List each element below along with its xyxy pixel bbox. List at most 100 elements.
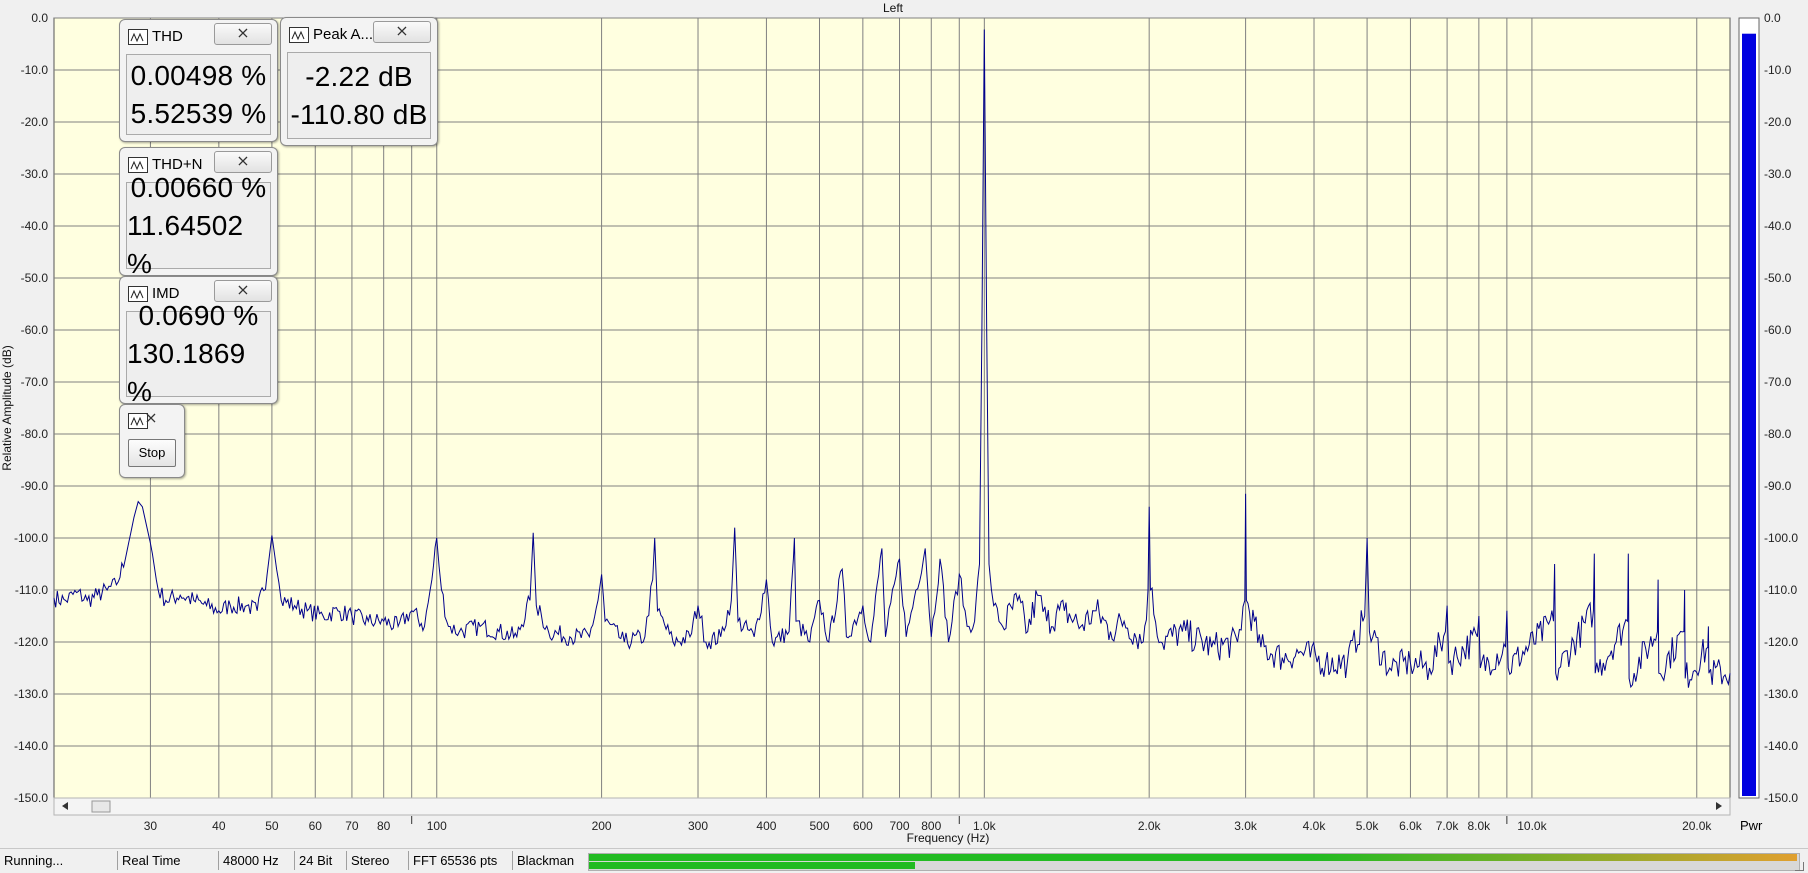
- y-tick-label: -120.0: [14, 635, 48, 649]
- chart-title: Left: [883, 1, 904, 15]
- peak-value-2: -110.80 dB: [290, 98, 428, 130]
- thd-close-button[interactable]: ⨯: [214, 23, 272, 45]
- y-tick-label: -150.0: [14, 791, 48, 805]
- x-tick-label: 80: [377, 819, 391, 833]
- imd-meter-window[interactable]: IMD ⨯ 0.0690 % 130.1869 %: [119, 276, 278, 407]
- thdn-value-2: 11.64502 %: [127, 209, 244, 279]
- status-fft-size: FFT 65536 pts: [408, 851, 513, 870]
- meter-window-icon: [128, 29, 148, 45]
- y-tick-label: -40.0: [21, 219, 49, 233]
- pwr-level-bar: [1742, 33, 1756, 796]
- pwr-tick-label: -60.0: [1764, 323, 1792, 337]
- pwr-tick-label: -50.0: [1764, 271, 1792, 285]
- thdn-meter-window[interactable]: THD+N ⨯ 0.00660 % 11.64502 %: [119, 147, 278, 279]
- peak-value-1: -2.22 dB: [305, 60, 413, 92]
- pwr-tick-label: -20.0: [1764, 115, 1792, 129]
- y-tick-label: -10.0: [21, 63, 49, 77]
- horizontal-scrollbar[interactable]: [53, 797, 1731, 816]
- x-tick-label: 4.0k: [1303, 819, 1327, 833]
- x-tick-label: 400: [756, 819, 776, 833]
- y-tick-label: -50.0: [21, 271, 49, 285]
- x-tick-label: 600: [853, 819, 873, 833]
- status-sample-rate: 48000 Hz: [218, 851, 293, 870]
- thdn-value-1: 0.00660 %: [130, 171, 267, 203]
- x-tick-label: 10.0k: [1517, 819, 1547, 833]
- thd-value-1: 0.00498 %: [130, 59, 267, 91]
- scroll-thumb[interactable]: [91, 800, 111, 813]
- thd-title: THD: [152, 28, 183, 45]
- x-tick-label: 2.0k: [1138, 819, 1162, 833]
- x-tick-label: 100: [427, 819, 447, 833]
- x-tick-label: 60: [309, 819, 323, 833]
- resize-grip-icon[interactable]: [1795, 862, 1804, 871]
- meter-window-icon: [289, 27, 309, 43]
- peak-meter-window[interactable]: Peak A... ⨯ -2.22 dB -110.80 dB: [280, 17, 438, 146]
- x-tick-label: 20.0k: [1682, 819, 1712, 833]
- status-bit-depth: 24 Bit: [294, 851, 345, 870]
- pwr-tick-label: -70.0: [1764, 375, 1792, 389]
- pwr-meter: [1738, 17, 1760, 799]
- control-titlebar[interactable]: ⨯: [120, 405, 184, 431]
- x-tick-label: 30: [144, 819, 158, 833]
- x-tick-label: 8.0k: [1468, 819, 1492, 833]
- y-tick-label: -90.0: [21, 479, 49, 493]
- imd-value-1: 0.0690 %: [138, 300, 259, 331]
- pwr-tick-label: -10.0: [1764, 63, 1792, 77]
- y-tick-label: -130.0: [14, 687, 48, 701]
- x-tick-label: 6.0k: [1399, 819, 1423, 833]
- x-tick-label: 500: [809, 819, 829, 833]
- x-tick-label: 50: [265, 819, 279, 833]
- status-window: Blackman: [512, 851, 587, 870]
- pwr-tick-label: -90.0: [1764, 479, 1792, 493]
- input-level-meter: [588, 853, 1800, 871]
- x-tick-label: 40: [212, 819, 226, 833]
- x-tick-label: 7.0k: [1436, 819, 1460, 833]
- input-level-bottom: [589, 862, 916, 869]
- thd-titlebar[interactable]: THD ⨯: [120, 20, 277, 46]
- thd-meter-window[interactable]: THD ⨯ 0.00498 % 5.52539 %: [119, 19, 278, 142]
- pwr-label: Pwr: [1740, 818, 1763, 833]
- y-tick-label: -20.0: [21, 115, 49, 129]
- y-tick-label: -140.0: [14, 739, 48, 753]
- x-tick-label: 5.0k: [1356, 819, 1380, 833]
- x-tick-label: 200: [592, 819, 612, 833]
- thd-value-2: 5.52539 %: [130, 97, 267, 129]
- control-close-button[interactable]: ⨯: [130, 408, 172, 430]
- pwr-tick-label: -80.0: [1764, 427, 1792, 441]
- peak-title: Peak A...: [313, 26, 373, 43]
- x-tick-label: 300: [688, 819, 708, 833]
- status-channels: Stereo: [346, 851, 409, 870]
- input-level-top: [589, 854, 1797, 861]
- pwr-tick-label: -150.0: [1764, 791, 1798, 805]
- y-tick-label: -30.0: [21, 167, 49, 181]
- stop-button[interactable]: Stop: [128, 439, 176, 467]
- status-mode: Real Time: [117, 851, 218, 870]
- y-tick-label: -70.0: [21, 375, 49, 389]
- peak-titlebar[interactable]: Peak A... ⨯: [281, 18, 437, 44]
- imd-readout: 0.0690 % 130.1869 %: [126, 300, 271, 407]
- x-tick-label: 3.0k: [1234, 819, 1258, 833]
- pwr-tick-label: -120.0: [1764, 635, 1798, 649]
- thd-readout: 0.00498 % 5.52539 %: [126, 54, 271, 135]
- pwr-tick-label: 0.0: [1764, 11, 1781, 25]
- thdn-readout: 0.00660 % 11.64502 %: [126, 172, 271, 279]
- y-tick-label: -60.0: [21, 323, 49, 337]
- pwr-tick-label: -30.0: [1764, 167, 1792, 181]
- peak-close-button[interactable]: ⨯: [373, 21, 431, 43]
- pwr-tick-label: -40.0: [1764, 219, 1792, 233]
- y-tick-label: -100.0: [14, 531, 48, 545]
- x-tick-label: 70: [345, 819, 359, 833]
- y-tick-label: -110.0: [15, 583, 48, 597]
- y-tick-label: -80.0: [21, 427, 49, 441]
- y-tick-label: 0.0: [31, 11, 48, 25]
- peak-readout: -2.22 dB -110.80 dB: [287, 52, 431, 139]
- status-bar: Running... Real Time 48000 Hz 24 Bit Ste…: [0, 848, 1808, 873]
- y-axis-label: Relative Amplitude (dB): [0, 345, 14, 470]
- pwr-tick-label: -110.0: [1764, 583, 1797, 597]
- x-axis-label: Frequency (Hz): [907, 831, 990, 845]
- pwr-tick-label: -100.0: [1764, 531, 1798, 545]
- status-state: Running...: [4, 853, 64, 868]
- control-window[interactable]: ⨯ Stop: [119, 404, 185, 478]
- imd-value-2: 130.1869 %: [127, 338, 246, 407]
- pwr-tick-label: -140.0: [1764, 739, 1798, 753]
